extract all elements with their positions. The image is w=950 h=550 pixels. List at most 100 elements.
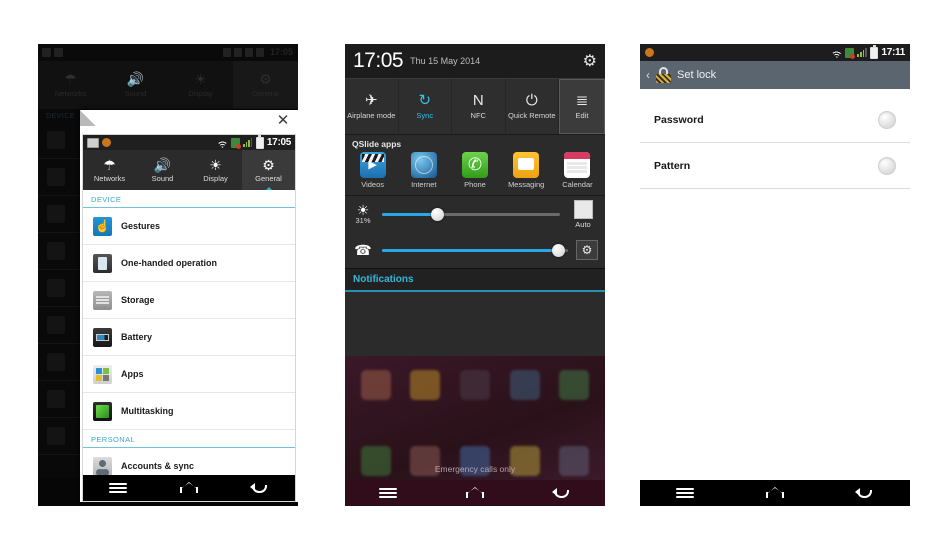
settings-row-label: Multitasking [121,406,174,416]
list-icon [47,390,65,408]
menu-icon[interactable] [375,485,401,501]
calendar-icon [564,152,591,178]
power-remote-icon: ⏻ [525,92,538,109]
wifi-icon: ☂ [103,156,116,173]
brightness-slider-knob[interactable] [430,207,444,221]
settings-row-apps[interactable]: Apps [83,356,295,393]
speaker-icon: 🔊 [153,156,172,173]
settings-row-accounts-and-sync[interactable]: Accounts & sync [83,448,295,475]
list-icon [47,353,65,371]
settings-row-multitasking[interactable]: Multitasking [83,393,295,430]
wifi-icon [223,48,231,57]
settings-row-gestures[interactable]: Gestures [83,208,295,245]
one-handed-icon [93,253,112,273]
home-icon[interactable] [762,485,788,501]
background-tab-networks: ☂ Networks [38,61,103,109]
menu-icon[interactable] [672,485,698,501]
tab-general[interactable]: ⚙ General [242,150,295,191]
gear-icon: ⚙ [259,71,272,87]
apps-icon [93,364,112,384]
option-label: Password [654,113,704,126]
list-icon [47,205,65,223]
home-icon[interactable] [176,480,202,496]
close-icon[interactable]: ✕ [275,113,291,129]
volume-slider-knob[interactable] [552,243,566,257]
multitasking-icon [93,401,112,421]
phone-3-navigation-bar [640,480,910,506]
nfc-icon: N [472,92,484,109]
back-icon[interactable] [852,485,878,501]
notifications-header: Notifications [345,268,605,292]
airplane-icon: ✈ [364,92,378,109]
speaker-icon: 🔊 [126,71,145,87]
back-chevron-icon[interactable]: ‹ [646,69,650,81]
sound-settings-gear-icon[interactable]: ⚙ [576,240,598,260]
tab-label: Display [203,173,228,183]
phone-2-quick-settings: 17:05 Thu 15 May 2014 ⚙ ✈ Airplane mode … [345,44,605,506]
page-title: Set lock [677,69,717,81]
gear-icon[interactable]: ⚙ [583,51,597,71]
qslide-app-phone[interactable]: Phone [449,152,500,189]
option-row-pattern[interactable]: Pattern [640,143,910,189]
window-status-bar: 17:05 [83,135,295,150]
back-icon[interactable] [247,480,273,496]
list-icon [47,427,65,445]
image-icon [87,137,99,148]
qslide-app-messaging[interactable]: Messaging [501,152,552,189]
tab-networks[interactable]: ☂ Networks [83,150,136,190]
toggle-quick-remote[interactable]: ⏻ Quick Remote [506,79,559,134]
edit-list-icon: ≣ [575,92,589,109]
settings-row-battery[interactable]: Battery [83,319,295,356]
battery-icon [93,327,112,347]
toggle-airplane-mode[interactable]: ✈ Airplane mode [345,79,399,134]
set-lock-options-list: Password Pattern [640,89,910,480]
bug-icon [645,48,654,57]
background-status-left-icons [42,48,63,57]
tab-label: Sound [151,173,174,183]
qslide-apps-row: Videos Internet Phone Messaging Calendar [345,149,605,196]
radio-password[interactable] [878,110,896,129]
menu-icon[interactable] [105,480,131,496]
qslide-app-videos[interactable]: Videos [347,152,398,189]
radio-pattern[interactable] [878,156,896,175]
background-status-right-icons [223,48,264,57]
toggle-nfc[interactable]: N NFC [452,79,506,134]
set-lock-app-bar: ‹ Set lock [640,61,910,89]
volume-slider-fill [382,248,559,252]
sync-icon: ↻ [418,92,432,109]
sync-icon [230,137,241,149]
background-tab-label: Sound [124,89,147,98]
wifi-icon: ☂ [64,71,77,87]
brightness-slider[interactable] [382,207,560,221]
checkbox-box[interactable] [573,199,593,219]
settings-row-label: Accounts & sync [121,461,195,471]
window-status-right: 17:05 [217,135,291,149]
volume-slider[interactable] [382,243,568,257]
status-bar-time: 17:11 [881,47,905,58]
wifi-icon [831,48,842,57]
settings-row-one-handed-operation[interactable]: One-handed operation [83,245,295,282]
home-app-icon [410,370,441,400]
gestures-icon [93,216,112,236]
option-row-password[interactable]: Password [640,97,910,143]
set-lock-status-bar: 17:11 [640,44,910,61]
window-status-time: 17:05 [266,137,291,148]
qslide-app-calendar[interactable]: Calendar [552,152,603,189]
tab-sound[interactable]: 🔊 Sound [136,150,189,190]
tab-display[interactable]: ☀ Display [189,150,242,190]
home-icon[interactable] [462,485,488,501]
edit-toggles-button[interactable]: ≣ Edit [559,79,605,134]
home-app-icon [509,370,540,400]
ringer-volume-icon: ☎ [354,242,372,258]
quick-settings-date: Thu 15 May 2014 [410,56,481,66]
qslide-app-internet[interactable]: Internet [398,152,449,189]
messaging-icon [513,152,540,178]
settings-row-storage[interactable]: Storage [83,282,295,319]
quick-settings-header: 17:05 Thu 15 May 2014 ⚙ [345,44,605,79]
auto-brightness-checkbox[interactable]: Auto [568,199,598,229]
back-icon[interactable] [549,485,575,501]
toggle-sync[interactable]: ↻ Sync [399,79,452,134]
settings-list[interactable]: DEVICE Gestures One-handed operation Sto… [83,190,295,475]
settings-row-label: One-handed operation [121,258,218,268]
brightness-icon: ☀ [194,71,207,87]
